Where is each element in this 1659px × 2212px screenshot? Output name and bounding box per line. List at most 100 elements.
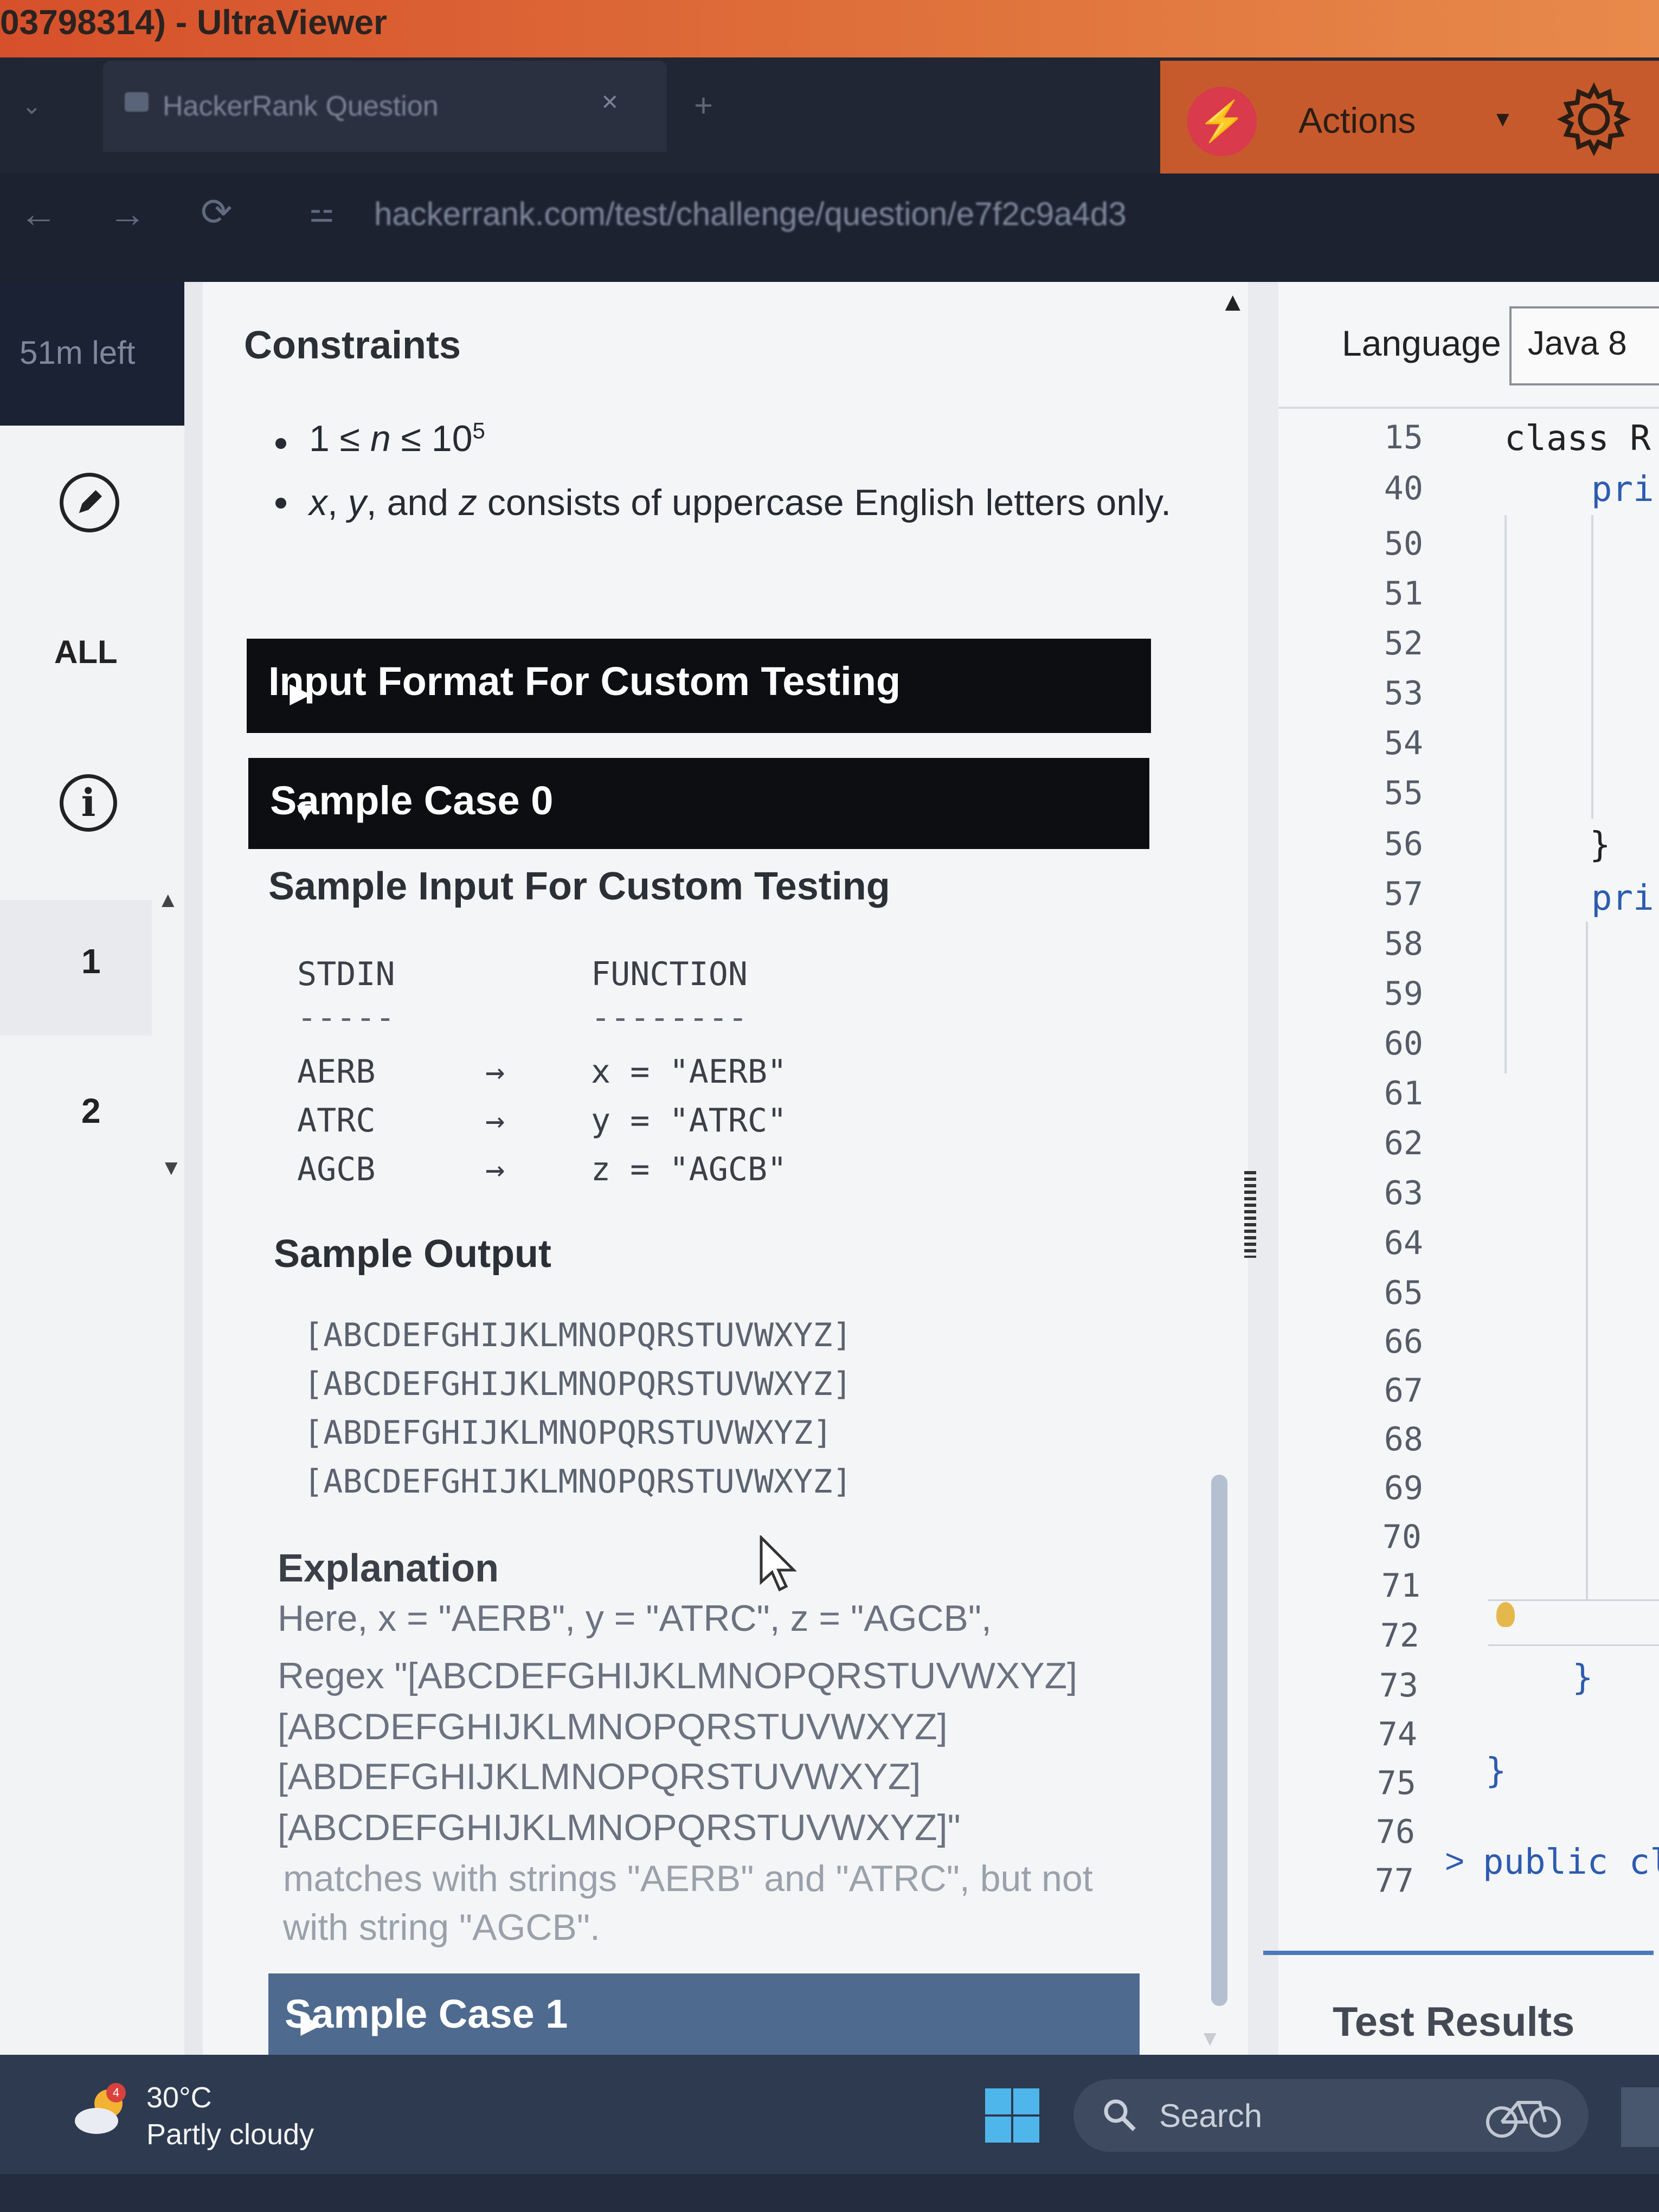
- reload-icon[interactable]: ⟳: [201, 190, 233, 234]
- function-value: x = "AERB": [591, 1053, 787, 1091]
- line-number: 67: [1384, 1372, 1423, 1410]
- info-icon[interactable]: i: [60, 774, 117, 832]
- sample-output-heading: Sample Output: [274, 1232, 552, 1276]
- caret-right-icon: ▶: [301, 2009, 329, 2038]
- scroll-down-arrow-icon[interactable]: ▼: [160, 1156, 182, 1180]
- caret-right-icon: ▶: [290, 679, 318, 708]
- mouse-cursor-icon: [760, 1535, 798, 1592]
- search-label: Search: [1159, 2098, 1263, 2134]
- edit-icon[interactable]: [60, 473, 119, 532]
- window-title-bar: 03798314) - UltraViewer: [0, 0, 1659, 57]
- output-line: [ABCDEFGHIJKLMNOPQRSTUVWXYZ]: [304, 1316, 852, 1354]
- drag-handle-icon[interactable]: [1244, 1171, 1256, 1258]
- tray-overflow[interactable]: [1621, 2087, 1659, 2147]
- explanation-line: Regex "[ABCDEFGHIJKLMNOPQRSTUVWXYZ]: [278, 1655, 1078, 1696]
- input-format-accordion[interactable]: ▶ Input Format For Custom Testing: [247, 639, 1151, 733]
- sample-input-heading: Sample Input For Custom Testing: [268, 865, 890, 908]
- output-line: [ABCDEFGHIJKLMNOPQRSTUVWXYZ]: [304, 1463, 852, 1501]
- line-number: 62: [1384, 1124, 1423, 1162]
- question-item-2[interactable]: 2: [81, 1091, 101, 1131]
- line-number: 40: [1384, 470, 1423, 507]
- code-line[interactable]: pri: [1591, 470, 1654, 510]
- function-header: FUNCTION: [591, 955, 748, 993]
- line-number: 69: [1384, 1469, 1423, 1507]
- line-number: 58: [1384, 925, 1423, 963]
- gear-icon[interactable]: [1556, 81, 1632, 157]
- stdin-value: AGCB: [297, 1150, 376, 1188]
- all-questions-button[interactable]: ALL: [54, 633, 118, 671]
- constraint-n: 1 ≤ n ≤ 105: [309, 417, 485, 459]
- line-number: 65: [1384, 1274, 1423, 1312]
- back-arrow-icon[interactable]: ←: [20, 192, 57, 235]
- chevron-down-icon[interactable]: ▼: [1492, 107, 1514, 132]
- line-number: 59: [1384, 975, 1423, 1013]
- question-item-1[interactable]: 1: [81, 941, 101, 981]
- explanation-line: with string "AGCB".: [283, 1907, 600, 1948]
- explanation-heading: Explanation: [278, 1547, 499, 1590]
- fold-chevron-icon[interactable]: >: [1445, 1842, 1464, 1881]
- weather-condition[interactable]: Partly cloudy: [146, 2118, 314, 2151]
- forward-arrow-icon[interactable]: →: [108, 192, 146, 235]
- line-number: 56: [1384, 825, 1423, 863]
- time-left: 51m left: [20, 335, 136, 371]
- line-number: 52: [1384, 625, 1423, 663]
- scroll-up-arrow-icon[interactable]: ▲: [157, 888, 179, 912]
- bicycle-icon[interactable]: [1480, 2092, 1567, 2140]
- panel-splitter[interactable]: [1248, 282, 1278, 2055]
- code-line[interactable]: pri: [1591, 878, 1654, 918]
- stdin-rule: -----: [297, 999, 395, 1037]
- windows-start-icon[interactable]: [984, 2087, 1040, 2144]
- stdin-header: STDIN: [297, 955, 395, 993]
- editor-divider: [1278, 407, 1659, 409]
- tab-close-icon[interactable]: ×: [602, 86, 618, 118]
- line-number: 51: [1384, 575, 1423, 613]
- line-number: 54: [1384, 724, 1423, 762]
- stdin-value: ATRC: [297, 1102, 376, 1140]
- line-number: 57: [1384, 875, 1423, 913]
- weather-cloud-sun-icon[interactable]: 4: [70, 2082, 130, 2142]
- line-number: 50: [1384, 525, 1423, 563]
- function-value: z = "AGCB": [591, 1150, 787, 1188]
- weather-temperature[interactable]: 30°C: [146, 2081, 212, 2114]
- line-number: 77: [1374, 1862, 1414, 1900]
- url-field[interactable]: hackerrank.com/test/challenge/question/e…: [374, 195, 1127, 233]
- question-nav: [0, 282, 184, 2055]
- problem-scrollbar[interactable]: [1211, 1475, 1227, 2006]
- new-tab-button[interactable]: +: [694, 87, 713, 124]
- line-number: 55: [1384, 774, 1423, 812]
- sample-case-0-accordion[interactable]: ▼ Sample Case 0: [248, 758, 1149, 849]
- tab-title: HackerRank Question: [163, 91, 439, 122]
- panel-scroll-down-icon[interactable]: ▼: [1199, 2027, 1221, 2051]
- tab-menu-icon[interactable]: ⌄: [22, 92, 42, 120]
- line-number: 61: [1384, 1075, 1423, 1113]
- bullet-dot: [275, 438, 286, 449]
- code-line[interactable]: }: [1572, 1658, 1593, 1698]
- code-line[interactable]: }: [1590, 825, 1611, 865]
- browser-tab[interactable]: HackerRank Question ×: [103, 61, 667, 152]
- taskbar-lower-strip: [0, 2174, 1659, 2212]
- line-number: 60: [1384, 1025, 1423, 1063]
- sample-case-1-accordion[interactable]: ▶ Sample Case 1: [268, 1973, 1140, 2055]
- editor-results-divider[interactable]: [1263, 1951, 1654, 1955]
- window-title: 03798314) - UltraViewer: [0, 3, 387, 42]
- language-label: Language: [1342, 323, 1501, 363]
- nav-divider: [184, 282, 203, 2055]
- indent-guide: [1591, 515, 1593, 819]
- bullet-dot: [275, 498, 286, 509]
- panel-scroll-up-icon[interactable]: ▲: [1220, 287, 1246, 317]
- code-line[interactable]: }: [1486, 1751, 1507, 1791]
- arrow-right-icon: →: [485, 1053, 505, 1091]
- actions-button[interactable]: Actions: [1298, 100, 1416, 141]
- constraints-heading: Constraints: [244, 324, 461, 367]
- explanation-line: [ABCDEFGHIJKLMNOPQRSTUVWXYZ]": [278, 1807, 961, 1848]
- site-info-icon[interactable]: ⚍: [309, 196, 335, 229]
- line-number: 76: [1375, 1813, 1415, 1851]
- caret-down-icon: ▼: [292, 798, 325, 826]
- code-line[interactable]: class R: [1504, 419, 1651, 459]
- line-number: 75: [1377, 1764, 1416, 1802]
- lightning-icon[interactable]: ⚡: [1187, 87, 1257, 156]
- lightbulb-icon[interactable]: [1496, 1602, 1515, 1627]
- line-number: 63: [1384, 1174, 1423, 1212]
- test-results-tab[interactable]: Test Results: [1333, 1998, 1574, 2046]
- code-line[interactable]: public cl: [1483, 1842, 1659, 1882]
